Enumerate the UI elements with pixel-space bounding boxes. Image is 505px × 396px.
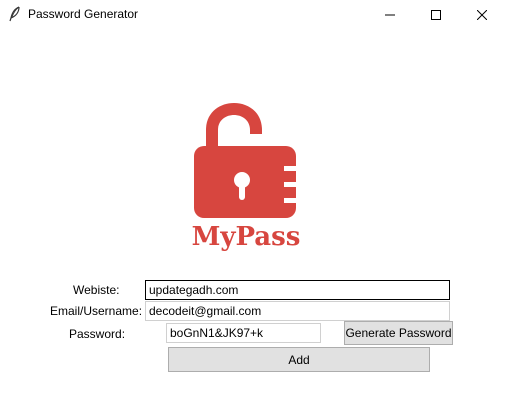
website-label: Webiste: — [73, 283, 120, 297]
password-input[interactable] — [166, 323, 321, 343]
logo-text: MyPass — [191, 222, 301, 252]
add-button[interactable]: Add — [168, 347, 430, 372]
generate-password-button[interactable]: Generate Password — [344, 321, 453, 345]
window-title: Password Generator — [28, 7, 139, 21]
minimize-button[interactable] — [367, 0, 413, 29]
maximize-icon — [431, 5, 441, 24]
close-icon — [476, 5, 488, 24]
logo: MyPass — [190, 100, 302, 256]
email-label: Email/Username: — [50, 304, 143, 318]
minimize-icon — [385, 5, 395, 24]
close-button[interactable] — [459, 0, 505, 29]
password-label: Password: — [69, 327, 126, 341]
app-window: Password Generator MyPass Webiste: updat… — [0, 0, 505, 396]
website-input[interactable] — [145, 280, 450, 300]
email-input[interactable] — [145, 301, 450, 321]
title-bar: Password Generator — [0, 0, 505, 29]
unlocked-padlock-icon — [194, 103, 296, 218]
feather-icon — [8, 6, 22, 22]
maximize-button[interactable] — [413, 0, 459, 29]
